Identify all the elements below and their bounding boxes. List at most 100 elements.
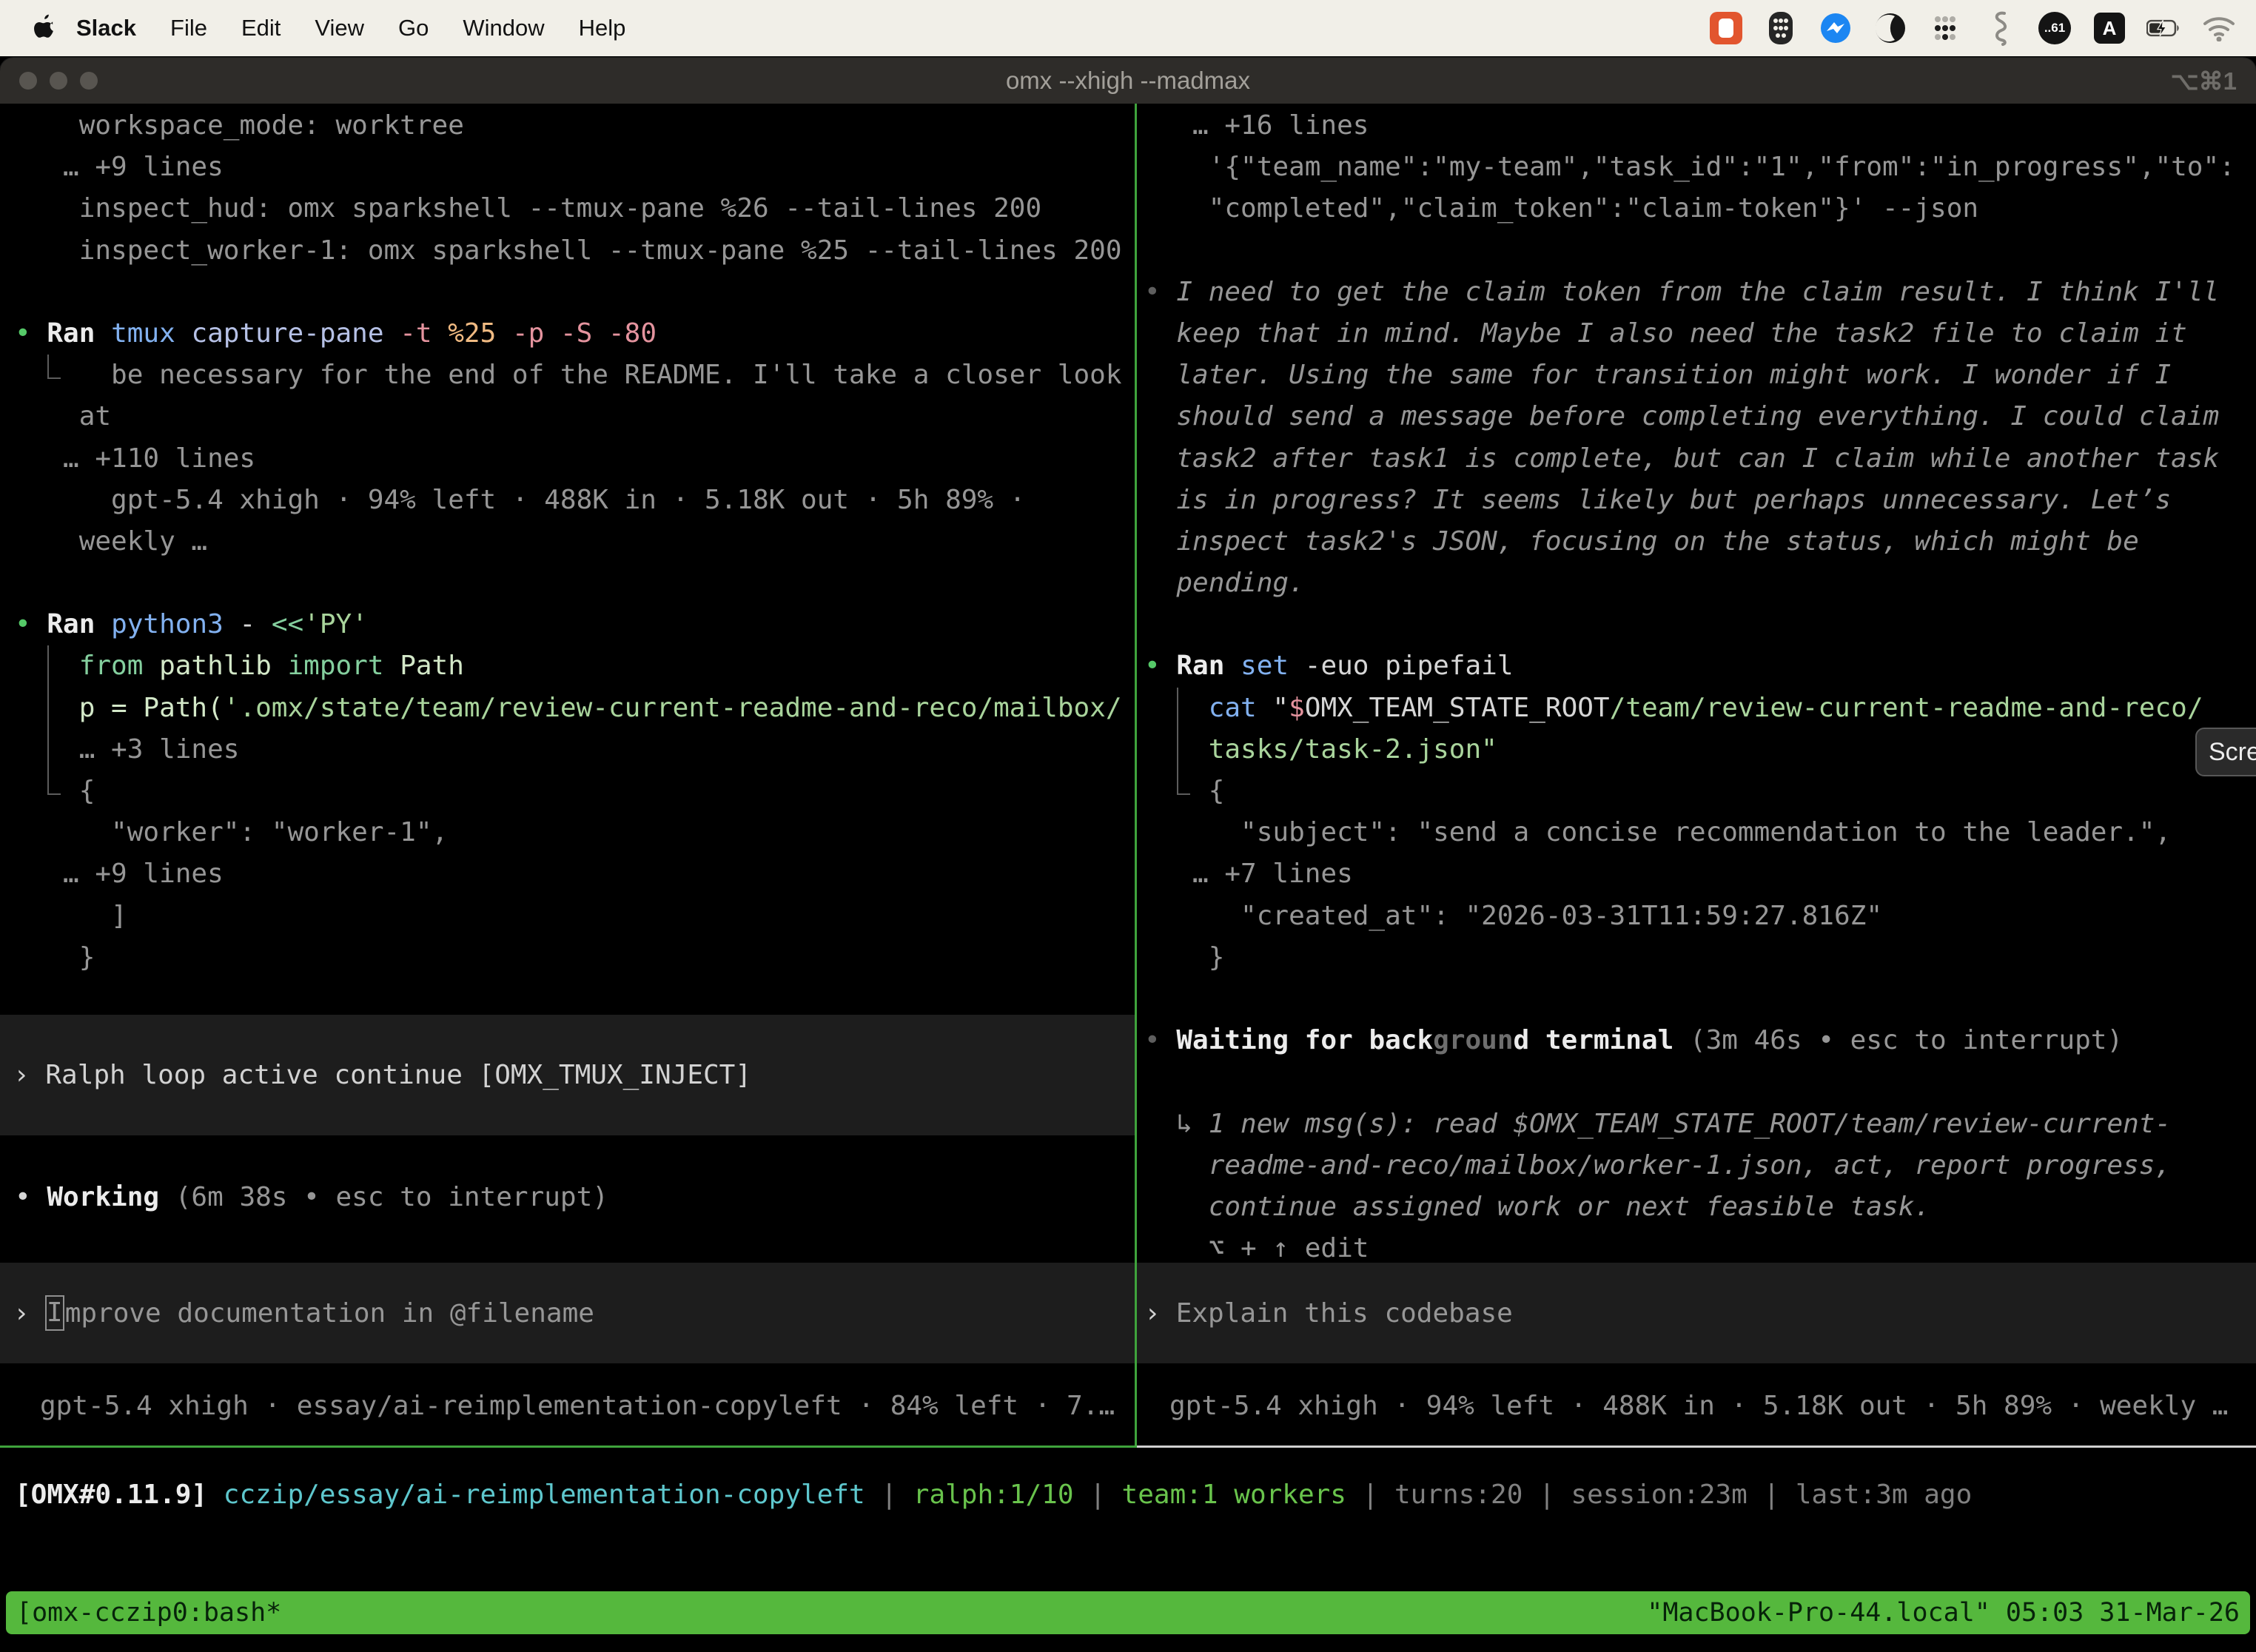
menu-item-view[interactable]: View — [298, 15, 381, 41]
menu-item-edit[interactable]: Edit — [224, 15, 298, 41]
terminal-line: … +16 lines — [1137, 105, 2256, 147]
omx-session-status-bar: [OMX#0.11.9] cczip/essay/ai-reimplementa… — [15, 1474, 2256, 1516]
terminal-line: … +7 lines — [1137, 853, 2256, 895]
terminal-line: '{"team_name":"my-team","task_id":"1","f… — [1137, 147, 2256, 188]
terminal-line: } — [1137, 937, 2256, 978]
left-pane[interactable]: workspace_mode: worktree … +9 lines insp… — [0, 104, 1135, 1448]
terminal-line: continue assigned work or next feasible … — [1137, 1186, 2256, 1228]
terminal-line — [0, 272, 1135, 313]
terminal-line: readme-and-reco/mailbox/worker-1.json, a… — [1137, 1145, 2256, 1186]
menu-item-go[interactable]: Go — [381, 15, 446, 41]
terminal-line: "subject": "send a concise recommendatio… — [1137, 812, 2256, 853]
terminal-line: be necessary for the end of the README. … — [0, 355, 1135, 396]
terminal-line: • I need to get the claim token from the… — [1137, 272, 2256, 313]
terminal-line — [0, 563, 1135, 604]
terminal-line: • Ran tmux capture-pane -t %25 -p -S -80 — [0, 313, 1135, 355]
terminal-line: inspect_hud: omx sparkshell --tmux-pane … — [0, 188, 1135, 229]
menu-bar: Slack File Edit View Go Window Help ..61 — [0, 0, 2256, 56]
badge-61-icon[interactable]: ..61 — [2037, 10, 2072, 46]
left-pane-output: workspace_mode: worktree … +9 lines insp… — [0, 105, 1135, 978]
tmux-host-clock-label: "MacBook-Pro-44.local" 05:03 31-Mar-26 — [1647, 1598, 2240, 1628]
menu-item-help[interactable]: Help — [562, 15, 643, 41]
menu-item-slack[interactable]: Slack — [59, 15, 153, 41]
right-pane-output: … +16 lines '{"team_name":"my-team","tas… — [1137, 105, 2256, 1269]
terminal-line: … +9 lines — [0, 147, 1135, 188]
minimize-button[interactable] — [50, 72, 67, 90]
input-placeholder-left: mprove documentation in @filename — [65, 1298, 594, 1329]
model-status-left: gpt-5.4 xhigh · essay/ai-reimplementatio… — [0, 1386, 1135, 1427]
wifi-icon[interactable] — [2201, 10, 2237, 46]
terminal-line: … +110 lines — [0, 438, 1135, 480]
screen-tooltip-button[interactable]: Scre — [2195, 728, 2256, 776]
menu-bar-status-icons: ..61 A — [1708, 10, 2237, 46]
traffic-lights — [19, 58, 98, 104]
battery-charging-icon[interactable] — [2146, 10, 2182, 46]
pane-bottom-border-right — [1137, 1446, 2256, 1448]
tmux-status-bar: [omx-cczip0:bash* "MacBook-Pro-44.local"… — [6, 1591, 2250, 1634]
tmux-session-label: [omx-cczip0:bash* — [16, 1598, 281, 1628]
screenshot-chat-icon[interactable] — [1708, 10, 1744, 46]
terminal-line: { — [0, 770, 1135, 812]
working-status-line: • Working (6m 38s • esc to interrupt) — [0, 1177, 608, 1218]
ralph-loop-banner: › Ralph loop active continue [OMX_TMUX_I… — [0, 1015, 1135, 1135]
terminal-line: • Ran set -euo pipefail — [1137, 645, 2256, 687]
terminal-line: workspace_mode: worktree — [0, 105, 1135, 147]
menu-item-file[interactable]: File — [153, 15, 224, 41]
terminal-line — [1137, 230, 2256, 272]
terminal-line: { — [1137, 770, 2256, 812]
terminal-line: p = Path('.omx/state/team/review-current… — [0, 688, 1135, 729]
terminal-body: workspace_mode: worktree … +9 lines insp… — [0, 104, 2256, 1652]
terminal-line: "completed","claim_token":"claim-token"}… — [1137, 188, 2256, 229]
terminal-line: weekly … — [0, 521, 1135, 563]
terminal-line: tasks/task-2.json" — [1137, 729, 2256, 770]
pane-bottom-border-left — [0, 1446, 1137, 1448]
terminal-line: cat "$OMX_TEAM_STATE_ROOT/team/review-cu… — [1137, 688, 2256, 729]
prompt-chevron-icon: › — [13, 1298, 30, 1329]
menu-item-window[interactable]: Window — [446, 15, 561, 41]
window-title: omx --xhigh --madmax — [1006, 67, 1250, 95]
terminal-line: is in progress? It seems likely but perh… — [1137, 480, 2256, 521]
terminal-line: } — [0, 937, 1135, 978]
terminal-line — [1137, 604, 2256, 645]
terminal-line: gpt-5.4 xhigh · 94% left · 488K in · 5.1… — [0, 480, 1135, 521]
input-source-a-icon[interactable]: A — [2092, 10, 2127, 46]
keypad-shield-icon[interactable] — [1763, 10, 1799, 46]
prompt-input-right[interactable]: › Explain this codebase — [1137, 1263, 2256, 1363]
messenger-bolt-icon[interactable] — [1818, 10, 1853, 46]
screen: Slack File Edit View Go Window Help ..61 — [0, 0, 2256, 1652]
terminal-line: ] — [0, 896, 1135, 937]
text-cursor: I — [45, 1295, 64, 1331]
terminal-line: from pathlib import Path — [0, 645, 1135, 687]
right-pane[interactable]: … +16 lines '{"team_name":"my-team","tas… — [1137, 104, 2256, 1448]
terminal-line — [1137, 978, 2256, 1020]
terminal-line: should send a message before completing … — [1137, 396, 2256, 437]
terminal-line: task2 after task1 is complete, but can I… — [1137, 438, 2256, 480]
model-status-right: gpt-5.4 xhigh · 94% left · 488K in · 5.1… — [1137, 1386, 2256, 1427]
prompt-input-left[interactable]: › Improve documentation in @filename — [0, 1263, 1135, 1363]
dots-grid-icon[interactable] — [1927, 10, 1963, 46]
terminal-line: later. Using the same for transition mig… — [1137, 355, 2256, 396]
window-shortcut-badge: ⌥⌘1 — [2171, 67, 2237, 95]
crescent-circle-icon[interactable] — [1873, 10, 1908, 46]
terminal-window: omx --xhigh --madmax ⌥⌘1 workspace_mode:… — [0, 58, 2256, 1652]
terminal-line: • Ran python3 - <<'PY' — [0, 604, 1135, 645]
squiggle-icon[interactable] — [1982, 10, 2018, 46]
terminal-line: "worker": "worker-1", — [0, 812, 1135, 853]
terminal-line: keep that in mind. Maybe I also need the… — [1137, 313, 2256, 355]
apple-menu-icon[interactable] — [34, 13, 59, 43]
terminal-line: inspect_worker-1: omx sparkshell --tmux-… — [0, 230, 1135, 272]
input-placeholder-right: Explain this codebase — [1176, 1298, 1513, 1329]
terminal-line: … +3 lines — [0, 729, 1135, 770]
prompt-chevron-icon: › — [1144, 1298, 1161, 1329]
terminal-line: ↳ 1 new msg(s): read $OMX_TEAM_STATE_ROO… — [1137, 1104, 2256, 1145]
terminal-line: inspect task2's JSON, focusing on the st… — [1137, 521, 2256, 563]
terminal-line: • Waiting for background terminal (3m 46… — [1137, 1020, 2256, 1061]
terminal-line: "created_at": "2026-03-31T11:59:27.816Z" — [1137, 896, 2256, 937]
title-bar[interactable]: omx --xhigh --madmax ⌥⌘1 — [0, 58, 2256, 104]
terminal-line: pending. — [1137, 563, 2256, 604]
terminal-line: … +9 lines — [0, 853, 1135, 895]
terminal-line: at — [0, 396, 1135, 437]
zoom-button[interactable] — [80, 72, 98, 90]
terminal-line — [1137, 1061, 2256, 1103]
close-button[interactable] — [19, 72, 37, 90]
